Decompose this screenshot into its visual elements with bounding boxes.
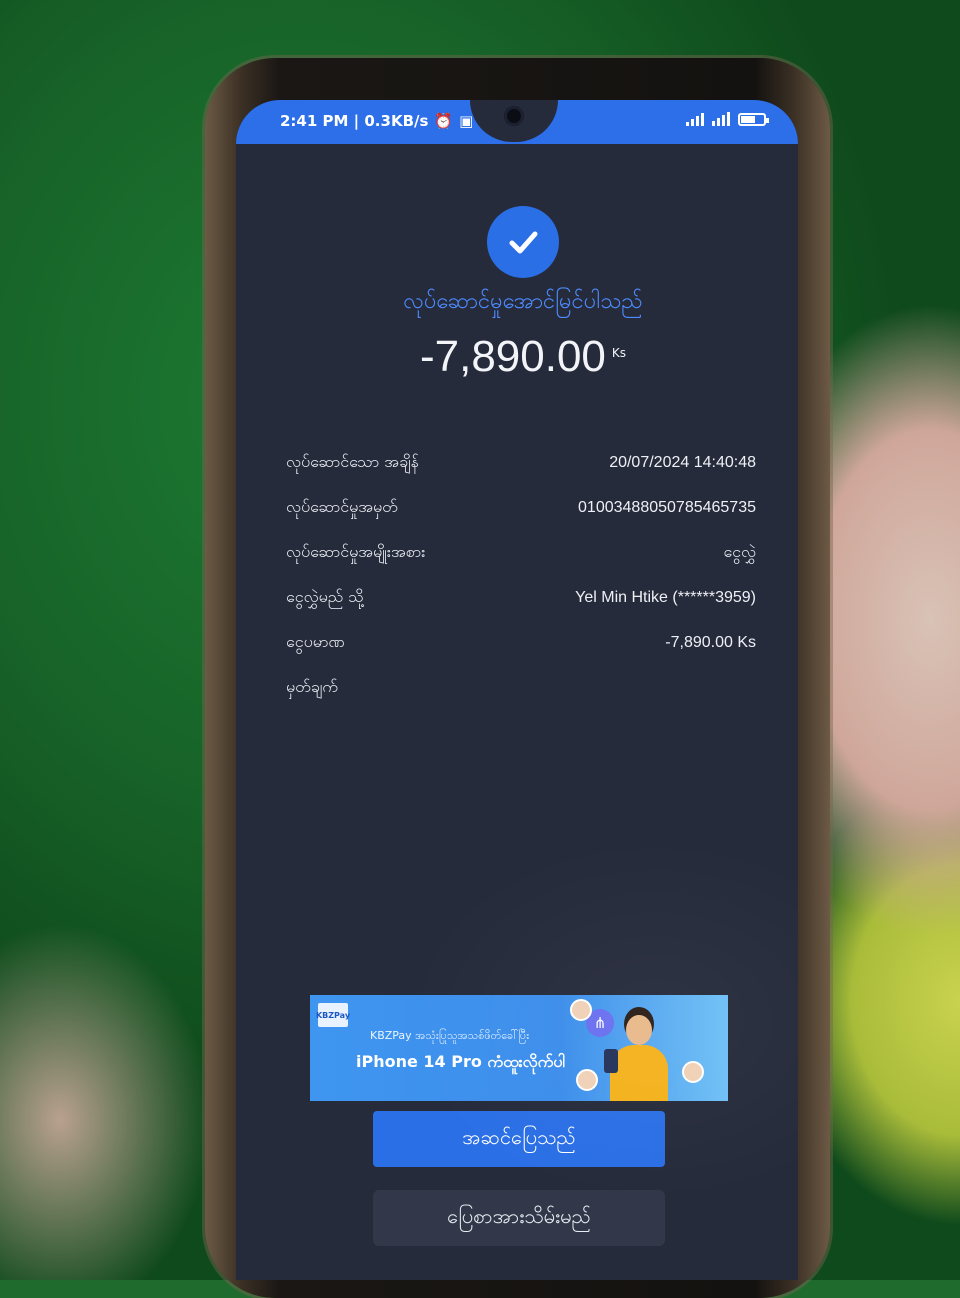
alarm-icon: ⏰ — [434, 111, 454, 130]
promo-person-head — [626, 1015, 652, 1045]
battery-icon — [738, 112, 769, 126]
promo-person-body — [610, 1045, 668, 1101]
detail-label: လုပ်ဆောင်မှုအမျိုးအစား — [286, 541, 426, 561]
wifi-icon — [712, 112, 730, 126]
amount-display: -7,890.00 Ks — [236, 332, 798, 382]
detail-label: ငွေပမာဏ — [286, 631, 345, 651]
detail-row-recipient: ငွေလွှဲမည် သို့ Yel Min Htike (******395… — [286, 575, 756, 620]
success-check-icon — [487, 206, 559, 278]
success-title: လုပ်ဆောင်မှုအောင်မြင်ပါသည် — [403, 289, 643, 314]
avatar-icon — [682, 1061, 704, 1083]
detail-label: လုပ်ဆောင်သော အချိန် — [286, 451, 419, 471]
detail-row-type: လုပ်ဆောင်မှုအမျိုးအစား ငွေလွှဲ — [286, 530, 756, 575]
kbzpay-logo: KBZPay — [316, 1003, 350, 1027]
app-icon: ▣ — [459, 111, 474, 130]
detail-value: 20/07/2024 14:40:48 — [609, 453, 756, 471]
status-right — [686, 112, 769, 126]
amount-value: -7,890.00 — [419, 332, 606, 381]
done-button[interactable]: အဆင်ပြေသည် — [373, 1111, 665, 1167]
amount-currency: Ks — [611, 346, 627, 360]
detail-label: မှတ်ချက် — [286, 676, 338, 696]
avatar-icon — [570, 999, 592, 1021]
detail-label: လုပ်ဆောင်မှုအမှတ် — [286, 496, 398, 516]
status-time-speed: 2:41 PM | 0.3KB/s — [280, 112, 429, 130]
promo-banner[interactable]: KBZPay KBZPay အသုံးပြုသူအသစ်ဖိတ်ခေါ်ပြီး… — [310, 995, 728, 1101]
signal-icon — [686, 112, 704, 126]
banner-headline: iPhone 14 Pro ကံထူးလိုက်ပါ — [356, 1052, 566, 1071]
detail-value: ငွေလွှဲ — [723, 543, 756, 561]
detail-row-amount: ငွေပမာဏ -7,890.00 Ks — [286, 620, 756, 665]
transaction-details: လုပ်ဆောင်သော အချိန် 20/07/2024 14:40:48 … — [286, 440, 756, 710]
promo-phone-icon — [604, 1049, 618, 1073]
banner-subtitle: KBZPay အသုံးပြုသူအသစ်ဖိတ်ခေါ်ပြီး — [370, 1029, 529, 1042]
detail-value: 01003488050785465735 — [578, 498, 756, 516]
detail-label: ငွေလွှဲမည် သို့ — [286, 586, 364, 606]
detail-value: Yel Min Htike (******3959) — [575, 588, 756, 606]
detail-row-transaction-id: လုပ်ဆောင်မှုအမှတ် 01003488050785465735 — [286, 485, 756, 530]
camera-lens — [504, 106, 524, 126]
status-left: 2:41 PM | 0.3KB/s ⏰ ▣ ·· — [280, 112, 491, 130]
avatar-icon — [576, 1069, 598, 1091]
detail-row-note: မှတ်ချက် — [286, 665, 756, 710]
save-receipt-button[interactable]: ပြေစာအားသိမ်းမည် — [373, 1190, 665, 1246]
detail-row-time: လုပ်ဆောင်သော အချိန် 20/07/2024 14:40:48 — [286, 440, 756, 485]
phone-screen: 2:41 PM | 0.3KB/s ⏰ ▣ ·· လုပ်ဆောင်မှုအော… — [236, 100, 798, 1280]
detail-value: -7,890.00 Ks — [665, 633, 756, 651]
